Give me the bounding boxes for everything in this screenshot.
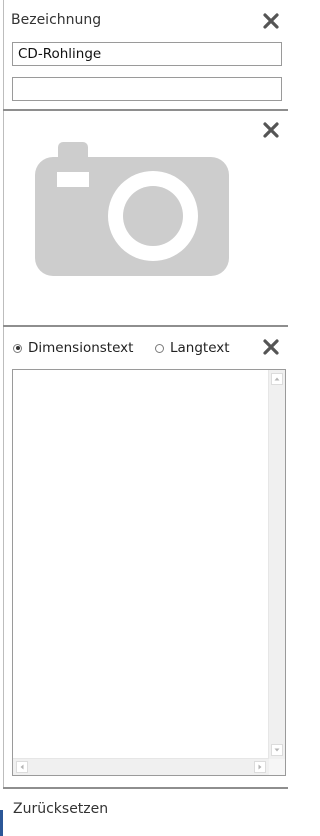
secondary-name-input[interactable] bbox=[12, 77, 282, 101]
vertical-scrollbar[interactable] bbox=[268, 370, 285, 759]
close-icon[interactable] bbox=[262, 338, 280, 356]
title-label: Bezeichnung bbox=[11, 12, 102, 28]
title-section: Bezeichnung bbox=[3, 0, 286, 109]
window-edge-accent bbox=[0, 810, 3, 836]
radio-button-selected[interactable] bbox=[13, 343, 22, 353]
radio-label-langtext: Langtext bbox=[170, 340, 230, 356]
camera-icon[interactable] bbox=[35, 142, 229, 276]
close-icon[interactable] bbox=[262, 12, 280, 30]
text-section: Dimensionstext Langtext bbox=[3, 327, 286, 787]
horizontal-scrollbar[interactable] bbox=[13, 758, 269, 775]
radio-dimensionstext[interactable]: Dimensionstext bbox=[13, 340, 133, 356]
footer: Zurücksetzen bbox=[3, 787, 288, 836]
name-input[interactable] bbox=[12, 42, 282, 66]
radio-label-dimensionstext: Dimensionstext bbox=[28, 340, 134, 356]
image-section bbox=[3, 111, 286, 325]
scroll-right-button[interactable] bbox=[254, 761, 266, 773]
text-area[interactable] bbox=[12, 369, 286, 776]
close-icon[interactable] bbox=[262, 121, 280, 139]
reset-button[interactable]: Zurücksetzen bbox=[13, 801, 108, 817]
scroll-down-button[interactable] bbox=[271, 744, 283, 756]
radio-langtext[interactable]: Langtext bbox=[155, 340, 230, 356]
scroll-left-button[interactable] bbox=[16, 761, 28, 773]
radio-button[interactable] bbox=[155, 343, 164, 353]
scrollbar-corner bbox=[269, 759, 285, 775]
scroll-up-button[interactable] bbox=[271, 373, 283, 385]
